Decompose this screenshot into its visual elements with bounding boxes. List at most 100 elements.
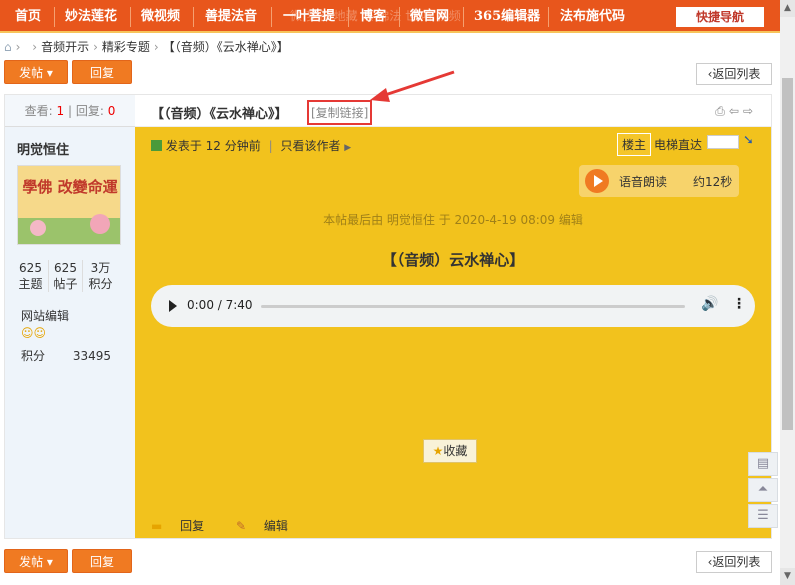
nav-item-bodhi[interactable]: 一叶菩提 [283, 7, 335, 27]
nav-separator [271, 7, 272, 27]
new-post-button-bottom[interactable]: 发帖 ▾ [4, 549, 68, 573]
views-count: 1 [56, 104, 65, 118]
back-to-list-button[interactable]: ‹返回列表 [696, 63, 772, 85]
nav-item-lotus[interactable]: 妙法莲花 [65, 7, 117, 27]
stat-posts[interactable]: 625 帖子 [48, 260, 83, 292]
nav-item-video[interactable]: 微视频 [141, 7, 180, 27]
more-options-icon[interactable]: ⋮ [732, 296, 746, 312]
footer-reply-button[interactable]: ▬ 回复 [151, 519, 218, 533]
print-icon[interactable]: ⎙ [715, 104, 729, 118]
next-thread-icon[interactable]: ⇨ [743, 104, 757, 118]
stats-divider: | [67, 104, 73, 118]
footer-edit-label: 编辑 [263, 519, 288, 533]
nav-separator [130, 7, 131, 27]
audio-progress-bar[interactable] [261, 305, 685, 308]
star-icon: ★ [432, 444, 444, 458]
author-badge-icon [151, 140, 162, 151]
back-to-top-icon[interactable]: ⏶ [748, 478, 778, 502]
author-stats: 625 主题 625 帖子 3万积分 [13, 260, 125, 292]
nav-separator [193, 7, 194, 27]
author-role: 网站编辑 ☺☺ [21, 307, 69, 340]
new-post-label: 发帖 [19, 66, 44, 80]
tts-label: 语音朗读 [619, 175, 668, 189]
nav-separator [348, 7, 349, 27]
breadcrumb-item-current[interactable]: 【（音频）《云水禅心》】 [163, 40, 289, 54]
title-actions: ⎙⇦⇨ [715, 104, 757, 119]
medal-icon: ☺☺ [21, 326, 47, 340]
stat-value: 625 [19, 261, 42, 275]
post-footer: ▬ 回复 ✎ 编辑 [151, 517, 316, 534]
quick-reply-icon[interactable]: ▤ [748, 452, 778, 476]
elevator-input[interactable] [707, 135, 739, 149]
reply-button-bottom[interactable]: 回复 [72, 549, 132, 573]
post-headline: 【（音频）云水禅心】 [381, 251, 525, 269]
scroll-down-icon[interactable]: ▼ [780, 568, 795, 585]
nav-separator [54, 7, 55, 27]
audio-player[interactable]: 0:00 / 7:40 🔊 ⋮ [151, 285, 755, 327]
new-post-button[interactable]: 发帖 ▾ [4, 60, 68, 84]
top-nav-bar: 微 梦谷 地藏 法 佛法 世 听 视频 首页 妙法莲花 微视频 善提法音 一叶菩… [0, 0, 780, 33]
audio-time: 0:00 / 7:40 [187, 298, 253, 312]
nav-item-dharma-audio[interactable]: 善提法音 [205, 7, 257, 27]
stat-value: 3万 [90, 261, 111, 275]
volume-icon[interactable]: 🔊 [701, 296, 718, 312]
breadcrumb-item-topics[interactable]: 精彩专题 [102, 40, 150, 54]
elevator-label: 电梯直达 [654, 138, 703, 152]
favorite-button[interactable]: ★收藏 [423, 439, 477, 463]
breadcrumb-item-audio[interactable]: 音频开示 [41, 40, 89, 54]
nav-item-home[interactable]: 首页 [15, 7, 41, 27]
stat-credits[interactable]: 3万积分 [83, 260, 118, 292]
nav-item-blog[interactable]: 博客 [360, 7, 386, 27]
nav-item-code[interactable]: 法布施代码 [560, 7, 625, 27]
quick-nav-button[interactable]: 快捷导航 [676, 7, 764, 27]
floor-tag[interactable]: 楼主 [617, 133, 652, 156]
breadcrumb: ⌂ › › 音频开示 › 精彩专题 › 【（音频）《云水禅心》】 [4, 38, 289, 56]
reply-button[interactable]: 回复 [72, 60, 132, 84]
new-post-label: 发帖 [19, 555, 44, 569]
go-floor-icon[interactable]: ➘ [743, 133, 754, 148]
posted-time: 发表于 12 分钟前 [165, 139, 261, 153]
nav-separator [463, 7, 464, 27]
home-icon[interactable]: ⌂ [4, 40, 12, 54]
callout-arrow-icon [370, 70, 455, 102]
back-to-list-label: 返回列表 [712, 555, 761, 569]
replies-label: 回复: [75, 104, 104, 118]
stat-value: 625 [54, 261, 77, 275]
stat-label: 积分 [88, 277, 113, 291]
tts-duration: 约12秒 [693, 175, 733, 189]
scroll-up-icon[interactable]: ▲ [780, 0, 795, 17]
replies-count: 0 [107, 104, 116, 118]
nav-separator [548, 7, 549, 27]
play-icon[interactable] [585, 169, 609, 193]
stat-label: 主题 [18, 277, 43, 291]
prev-thread-icon[interactable]: ⇦ [729, 104, 743, 118]
scrollbar[interactable]: ▲ ▼ [780, 0, 795, 585]
audio-play-icon[interactable] [169, 300, 177, 312]
post-stats: 查看: 1 | 回复: 0 [5, 95, 135, 127]
post-body: 发表于 12 分钟前 | 只看该作者 ▶ 楼主 电梯直达 ➘ 语音朗读 约12秒… [135, 127, 771, 538]
nav-item-microsite[interactable]: 微官网 [410, 7, 449, 27]
chevron-right-icon: ▶ [344, 143, 352, 153]
only-author-link[interactable]: 只看该作者 [280, 139, 340, 153]
author-name[interactable]: 明觉恒住 [17, 139, 69, 158]
reply-label: 回复 [89, 555, 114, 569]
list-icon[interactable]: ☰ [748, 504, 778, 528]
avatar-text: 學佛 改變命運 [22, 178, 118, 196]
stat-topics[interactable]: 625 主题 [13, 260, 48, 292]
role-label[interactable]: 网站编辑 [21, 307, 69, 324]
credits-value: 33495 [72, 349, 112, 363]
stat-label: 帖子 [53, 277, 78, 291]
edit-notice: 本帖最后由 明觉恒住 于 2020-4-19 08:09 编辑 [323, 213, 583, 227]
back-to-list-button-bottom[interactable]: ‹返回列表 [696, 551, 772, 573]
views-label: 查看: [24, 104, 53, 118]
tts-widget[interactable]: 语音朗读 约12秒 [579, 165, 739, 197]
avatar[interactable]: 學佛 改變命運 [17, 165, 121, 245]
edit-icon: ✎ [236, 519, 247, 533]
post-title: 【（音频）《云水禅心》】 [151, 107, 288, 122]
footer-edit-button[interactable]: ✎ 编辑 [236, 519, 302, 533]
reply-label: 回复 [89, 66, 114, 80]
meta-divider: | [268, 139, 273, 153]
nav-item-editor[interactable]: 365编辑器 [474, 7, 540, 27]
breadcrumb-separator: › [15, 40, 21, 54]
scrollbar-thumb[interactable] [782, 78, 793, 430]
